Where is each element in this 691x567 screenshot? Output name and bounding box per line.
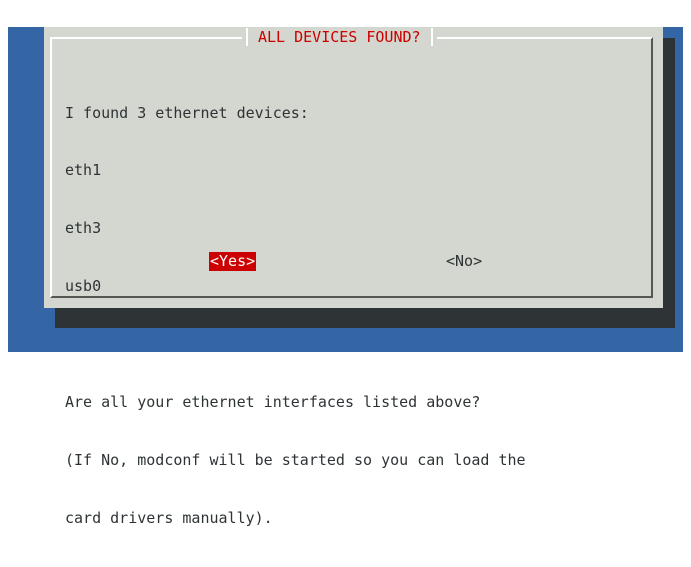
message-line: usb0	[65, 277, 102, 296]
yes-button[interactable]: <Yes>	[209, 252, 257, 271]
no-button[interactable]: <No>	[445, 252, 483, 271]
message-line	[65, 335, 526, 354]
dialog-message: I found 3 ethernet devices: eth1 eth3 us…	[65, 65, 526, 567]
message-line: Are all your ethernet interfaces listed …	[65, 393, 481, 412]
dialog-title: ALL DEVICES FOUND?	[258, 28, 421, 46]
message-line: eth1	[65, 161, 102, 180]
dialog-shadow-right	[663, 38, 675, 328]
message-line: card drivers manually).	[65, 508, 273, 527]
dialog-title-bar: ALL DEVICES FOUND?	[242, 27, 437, 47]
confirm-dialog: ALL DEVICES FOUND? I found 3 ethernet de…	[44, 27, 663, 527]
message-line: (If No, modconf will be started so you c…	[65, 450, 526, 469]
message-line: eth3	[65, 219, 102, 238]
title-right-divider	[430, 28, 433, 46]
message-line: I found 3 ethernet devices:	[65, 103, 309, 122]
